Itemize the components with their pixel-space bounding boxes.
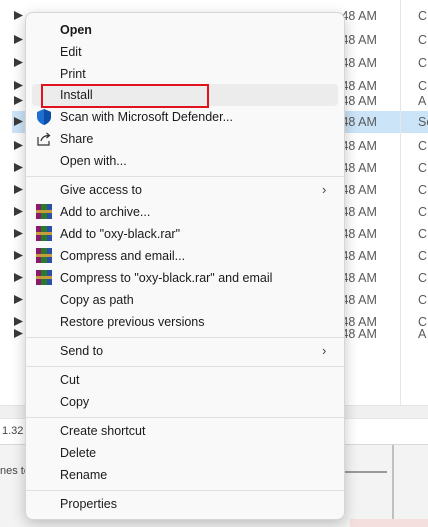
menu-item-add-to-rar[interactable]: Add to "oxy-black.rar" (26, 223, 344, 245)
file-icon (14, 141, 23, 150)
file-icon (14, 329, 23, 338)
status-text: 1.32 (2, 425, 24, 437)
menu-item-restore-versions[interactable]: Restore previous versions (26, 311, 344, 333)
zoom-slider[interactable] (345, 471, 387, 473)
menu-separator (26, 337, 344, 338)
file-icon (14, 58, 23, 67)
chevron-right-icon: › (322, 182, 327, 197)
menu-item-open[interactable]: Open (26, 19, 344, 41)
file-icon (14, 81, 23, 90)
menu-separator (26, 176, 344, 177)
panel-divider (392, 445, 394, 527)
menu-item-delete[interactable]: Delete (26, 442, 344, 464)
winrar-icon (36, 204, 52, 219)
chevron-right-icon: › (322, 343, 327, 358)
share-icon (37, 132, 51, 146)
menu-separator (26, 417, 344, 418)
file-icon (14, 96, 23, 105)
menu-item-edit[interactable]: Edit (26, 41, 344, 63)
menu-item-print[interactable]: Print (26, 63, 344, 85)
file-icon (14, 207, 23, 216)
menu-item-copy-as-path[interactable]: Copy as path (26, 289, 344, 311)
file-icon (14, 251, 23, 260)
menu-item-create-shortcut[interactable]: Create shortcut (26, 420, 344, 442)
winrar-icon (36, 270, 52, 285)
menu-separator (26, 490, 344, 491)
menu-item-copy[interactable]: Copy (26, 391, 344, 413)
shield-icon (37, 109, 51, 125)
menu-item-share[interactable]: Share (26, 128, 344, 150)
menu-item-scan-defender[interactable]: Scan with Microsoft Defender... (26, 106, 344, 128)
menu-item-compress-email[interactable]: Compress and email... (26, 245, 344, 267)
menu-item-rename[interactable]: Rename (26, 464, 344, 486)
column-divider[interactable] (400, 0, 401, 405)
menu-item-cut[interactable]: Cut (26, 369, 344, 391)
file-icon (14, 35, 23, 44)
file-icon (14, 185, 23, 194)
file-icon (14, 273, 23, 282)
menu-item-properties[interactable]: Properties (26, 493, 344, 515)
winrar-icon (36, 226, 52, 241)
menu-item-open-with[interactable]: Open with... (26, 150, 344, 172)
menu-item-give-access[interactable]: Give access to › (26, 179, 344, 201)
menu-separator (26, 366, 344, 367)
file-icon (14, 117, 23, 126)
install-highlight-box (41, 84, 209, 108)
file-icon (14, 295, 23, 304)
menu-item-add-to-archive[interactable]: Add to archive... (26, 201, 344, 223)
menu-item-compress-rar-email[interactable]: Compress to "oxy-black.rar" and email (26, 267, 344, 289)
file-icon (14, 163, 23, 172)
file-icon (14, 229, 23, 238)
winrar-icon (36, 248, 52, 263)
file-icon (14, 11, 23, 20)
menu-item-send-to[interactable]: Send to › (26, 340, 344, 362)
context-menu: Open Edit Print Install Scan with Micros… (25, 12, 345, 520)
